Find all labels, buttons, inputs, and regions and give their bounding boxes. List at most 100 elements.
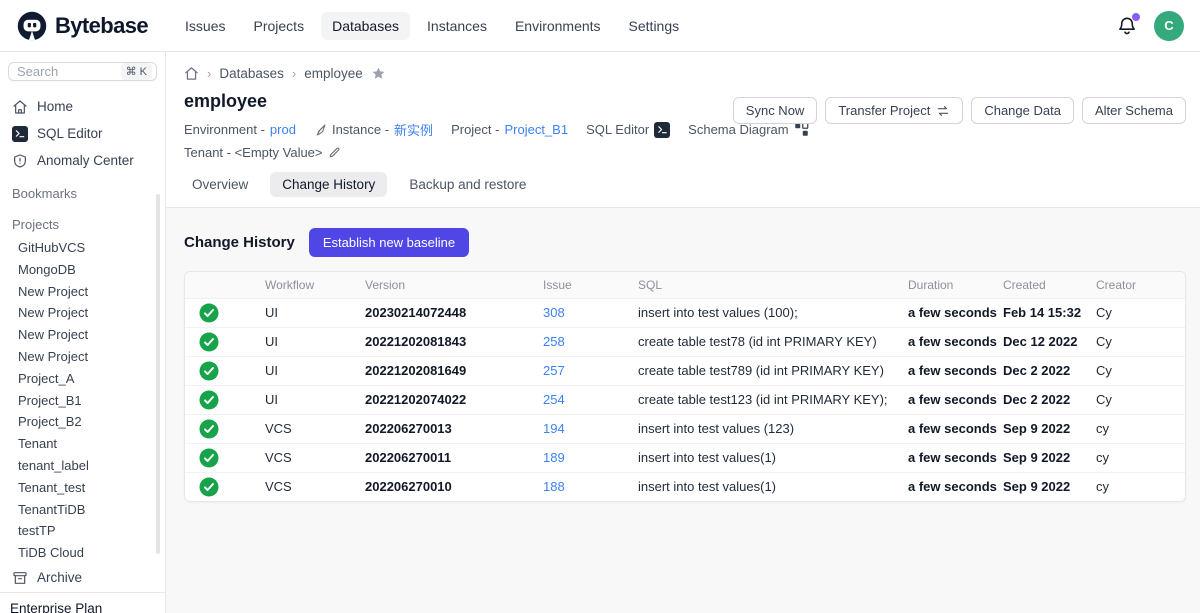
- favorite-star-icon[interactable]: [371, 66, 386, 81]
- sidebar-scrollbar[interactable]: [156, 194, 160, 554]
- issue-link[interactable]: 257: [543, 363, 565, 378]
- nav-item-projects[interactable]: Projects: [243, 12, 316, 40]
- sidebar-item-project[interactable]: New Project: [0, 324, 165, 346]
- breadcrumb-databases[interactable]: Databases: [219, 66, 284, 81]
- sidebar-item-project[interactable]: tenant_label: [0, 455, 165, 477]
- column-workflow: Workflow: [261, 272, 361, 298]
- nav-item-environments[interactable]: Environments: [504, 12, 612, 40]
- sidebar-item-home[interactable]: Home: [0, 93, 165, 120]
- breadcrumb-separator: ›: [292, 66, 296, 81]
- environment-link[interactable]: prod: [270, 122, 296, 137]
- tenant-meta: Tenant - <Empty Value>: [184, 145, 341, 160]
- bytebase-logo[interactable]: Bytebase: [16, 10, 148, 42]
- sync-now-button[interactable]: Sync Now: [733, 97, 818, 124]
- tab-change-history[interactable]: Change History: [270, 172, 387, 197]
- issue-link[interactable]: 188: [543, 479, 565, 494]
- cell-created: Sep 9 2022: [999, 414, 1092, 443]
- transfer-project-button[interactable]: Transfer Project: [825, 97, 963, 124]
- transfer-arrows-icon: [936, 104, 950, 118]
- issue-link[interactable]: 189: [543, 450, 565, 465]
- cell-created: Sep 9 2022: [999, 472, 1092, 501]
- user-avatar[interactable]: C: [1154, 11, 1184, 41]
- cell-workflow: VCS: [261, 414, 361, 443]
- tenant-label: Tenant - <Empty Value>: [184, 145, 323, 160]
- success-status-icon: [199, 303, 219, 323]
- sidebar-item-project[interactable]: Project_B2: [0, 411, 165, 433]
- cell-creator: cy: [1092, 443, 1185, 472]
- sidebar-item-project[interactable]: Tenant_test: [0, 477, 165, 499]
- sql-editor-shortcut[interactable]: SQL Editor: [586, 122, 670, 138]
- issue-link[interactable]: 254: [543, 392, 565, 407]
- instance-link[interactable]: 新实例: [394, 120, 433, 139]
- home-icon: [12, 99, 28, 115]
- breadcrumb-home-icon[interactable]: [184, 66, 199, 81]
- transfer-project-label: Transfer Project: [838, 103, 930, 118]
- sidebar-item-project[interactable]: Project_A: [0, 368, 165, 390]
- table-row[interactable]: UI20221202074022254create table test123 …: [185, 385, 1185, 414]
- sidebar-item-project[interactable]: TiDB Cloud: [0, 542, 165, 564]
- table-header-row: Workflow Version Issue SQL Duration Crea…: [185, 272, 1185, 298]
- nav-item-instances[interactable]: Instances: [416, 12, 498, 40]
- nav-item-databases[interactable]: Databases: [321, 12, 410, 40]
- cell-workflow: UI: [261, 356, 361, 385]
- cell-sql: insert into test values(1): [634, 472, 904, 501]
- project-link[interactable]: Project_B1: [504, 122, 568, 137]
- sidebar-item-project[interactable]: GitHubVCS: [0, 237, 165, 259]
- success-status-icon: [199, 390, 219, 410]
- environment-meta: Environment - prod: [184, 122, 296, 137]
- sidebar-item-sql-editor[interactable]: SQL Editor: [0, 120, 165, 147]
- sidebar-item-project[interactable]: testTP: [0, 520, 165, 542]
- tab-overview[interactable]: Overview: [180, 172, 260, 197]
- cell-sql: insert into test values (123): [634, 414, 904, 443]
- notification-bell-icon[interactable]: [1116, 15, 1138, 37]
- table-row[interactable]: VCS202206270013194insert into test value…: [185, 414, 1185, 443]
- header-actions: Sync Now Transfer Project Change Data Al…: [733, 91, 1186, 160]
- table-row[interactable]: UI20221202081843258create table test78 (…: [185, 327, 1185, 356]
- app: Bytebase Issues Projects Databases Insta…: [0, 0, 1200, 613]
- cell-version: 20230214072448: [361, 298, 539, 327]
- issue-link[interactable]: 194: [543, 421, 565, 436]
- cell-duration: a few seconds: [904, 385, 999, 414]
- sidebar-item-anomaly-center[interactable]: Anomaly Center: [0, 147, 165, 174]
- shield-icon: [12, 153, 28, 169]
- sidebar-item-archive[interactable]: Archive: [0, 570, 165, 586]
- nav-item-settings[interactable]: Settings: [618, 12, 691, 40]
- database-header: employee Environment - prod Instance - 新…: [166, 87, 1200, 160]
- breadcrumb-employee[interactable]: employee: [304, 66, 363, 81]
- table-row[interactable]: UI20221202081649257create table test789 …: [185, 356, 1185, 385]
- cell-issue: 258: [539, 327, 634, 356]
- change-history-heading: Change History: [184, 234, 295, 251]
- table-row[interactable]: VCS202206270010188insert into test value…: [185, 472, 1185, 501]
- table-row[interactable]: UI20230214072448308insert into test valu…: [185, 298, 1185, 327]
- nav-item-issues[interactable]: Issues: [174, 12, 236, 40]
- table-row[interactable]: VCS202206270011189insert into test value…: [185, 443, 1185, 472]
- search-input[interactable]: [17, 64, 97, 79]
- cell-sql: create table test789 (id int PRIMARY KEY…: [634, 356, 904, 385]
- plan-label[interactable]: Enterprise Plan: [10, 601, 102, 613]
- sidebar-item-label: Home: [37, 99, 73, 114]
- project-meta: Project - Project_B1: [451, 122, 568, 137]
- alter-schema-button[interactable]: Alter Schema: [1082, 97, 1186, 124]
- cell-issue: 194: [539, 414, 634, 443]
- sidebar-item-project[interactable]: New Project: [0, 346, 165, 368]
- sidebar-item-project[interactable]: Tenant: [0, 433, 165, 455]
- notification-dot: [1132, 13, 1140, 21]
- meta-line-2: Tenant - <Empty Value>: [184, 145, 733, 160]
- issue-link[interactable]: 258: [543, 334, 565, 349]
- sidebar-item-project[interactable]: New Project: [0, 302, 165, 324]
- sidebar-item-project[interactable]: New Project: [0, 281, 165, 303]
- sidebar-item-project[interactable]: TenantTiDB: [0, 499, 165, 521]
- establish-new-baseline-button[interactable]: Establish new baseline: [309, 228, 469, 257]
- tab-backup-and-restore[interactable]: Backup and restore: [397, 172, 538, 197]
- cell-workflow: UI: [261, 298, 361, 327]
- sidebar-item-project[interactable]: MongoDB: [0, 259, 165, 281]
- bytebase-logo-icon: [16, 10, 48, 42]
- sidebar-item-project[interactable]: Project_B1: [0, 390, 165, 412]
- meta-line-1: Environment - prod Instance - 新实例 Projec…: [184, 120, 733, 139]
- column-created: Created: [999, 272, 1092, 298]
- edit-pencil-icon[interactable]: [328, 146, 341, 159]
- cell-created: Dec 2 2022: [999, 385, 1092, 414]
- change-data-button[interactable]: Change Data: [971, 97, 1074, 124]
- issue-link[interactable]: 308: [543, 305, 565, 320]
- search-box[interactable]: ⌘ K: [8, 62, 157, 81]
